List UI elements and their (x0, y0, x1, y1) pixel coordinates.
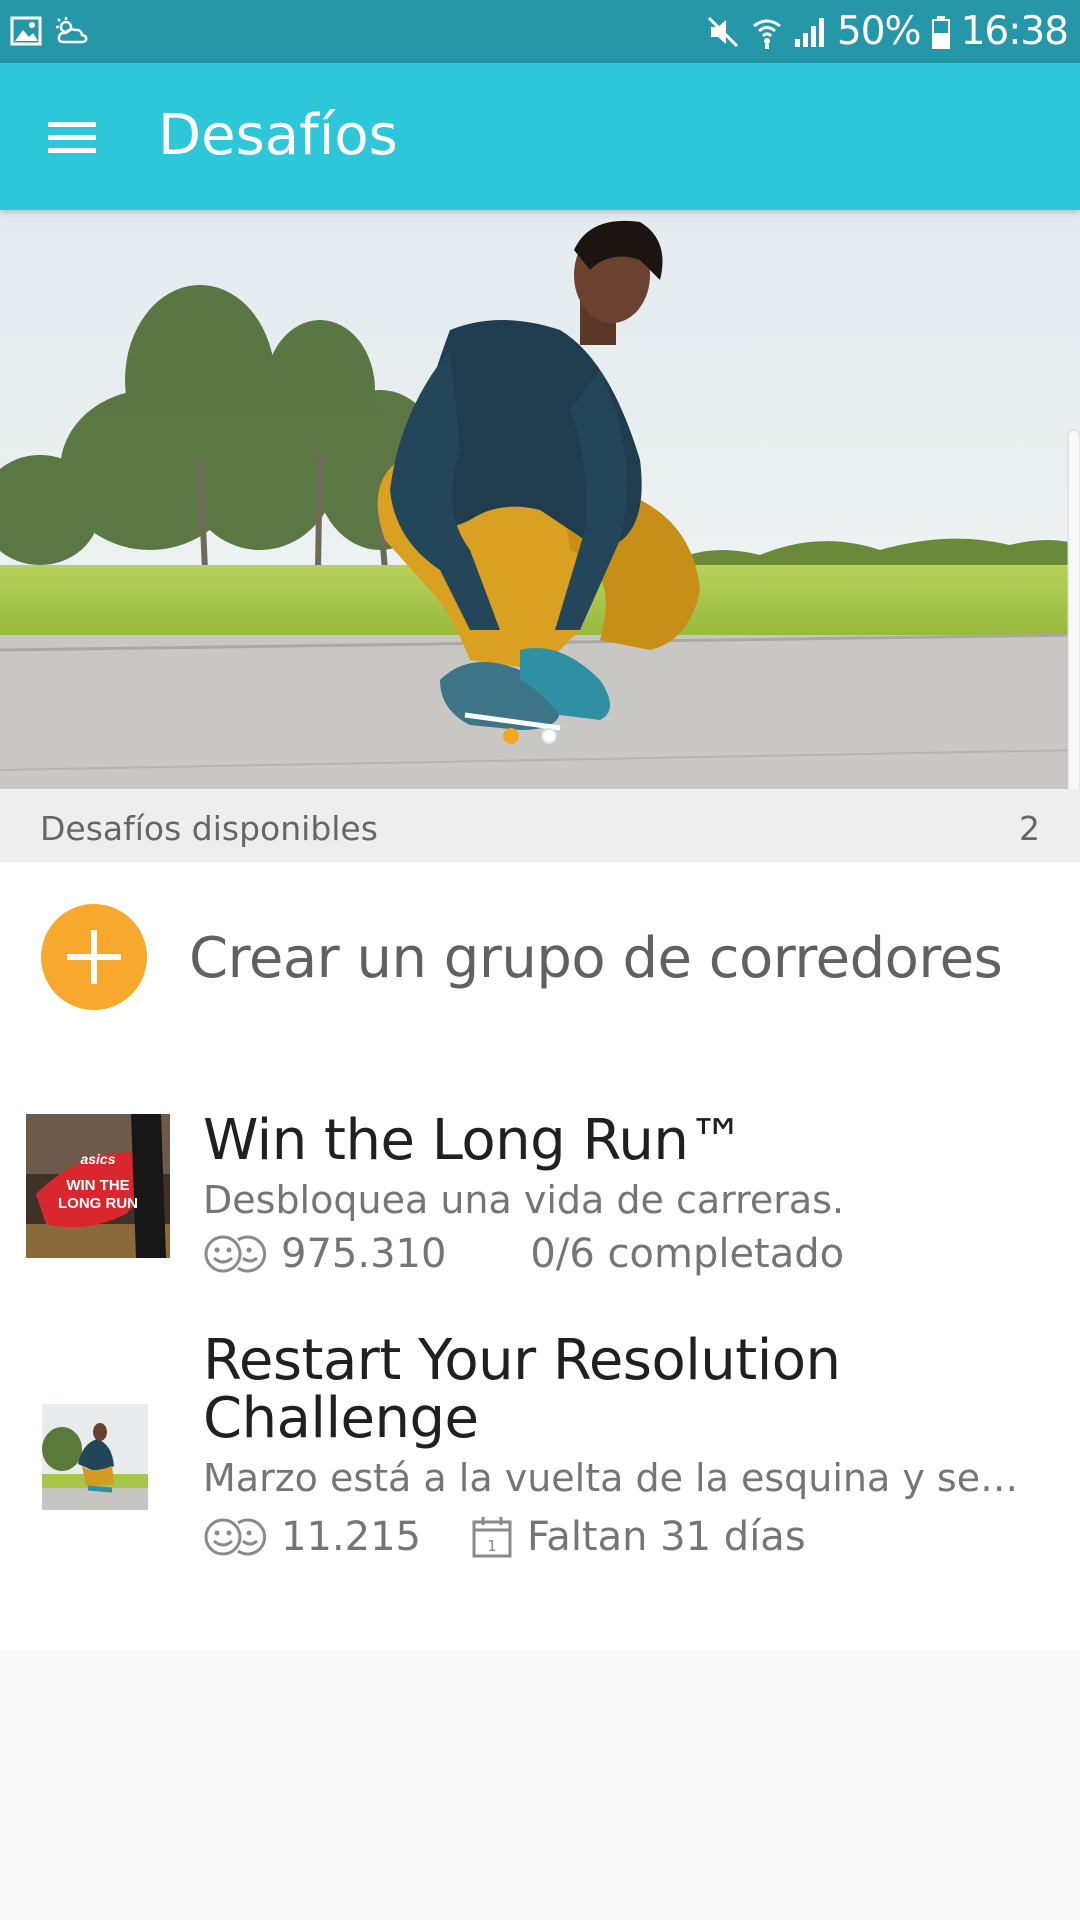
menu-button[interactable] (26, 99, 120, 175)
clock: 16:38 (960, 9, 1069, 54)
asics-thumbnail-image: asics WIN THE LONG RUN (26, 1114, 170, 1258)
challenge-list: Crear un grupo de corredores asics WIN T… (0, 862, 1080, 1650)
signal-icon (794, 17, 824, 47)
challenge-title-line-1: Restart Your Resolution (203, 1328, 841, 1393)
svg-text:1: 1 (487, 1537, 497, 1555)
app-toolbar: Desafíos (0, 63, 1080, 210)
status-notifications (10, 13, 90, 49)
create-group-label: Crear un grupo de corredores (189, 926, 1003, 991)
challenge-item-win-the-long-run[interactable]: asics WIN THE LONG RUN Win the Long Run™… (0, 1062, 1080, 1302)
add-button[interactable] (41, 904, 147, 1010)
participants-icon (203, 1515, 267, 1559)
challenge-title: Restart Your Resolution Challenge (203, 1332, 841, 1448)
wifi-icon (752, 19, 781, 49)
battery-icon (931, 15, 950, 49)
runner-thumbnail-image (42, 1404, 148, 1510)
image-notification-icon (10, 16, 42, 46)
carousel-dot-1[interactable] (503, 728, 519, 744)
create-group-row[interactable]: Crear un grupo de corredores (0, 862, 1080, 1052)
calendar-icon: 1 (471, 1515, 513, 1559)
days-remaining: Faltan 31 días (526, 1514, 806, 1560)
page-title: Desafíos (158, 103, 398, 168)
challenge-description: Desbloquea una vida de carreras. (203, 1178, 845, 1222)
carousel-indicator (503, 728, 557, 744)
battery-percent: 50% (836, 9, 922, 54)
svg-text:LONG RUN: LONG RUN (58, 1195, 138, 1212)
svg-text:WIN THE: WIN THE (66, 1177, 129, 1194)
challenge-title: Win the Long Run™ (203, 1108, 744, 1173)
challenge-thumbnail (42, 1404, 148, 1510)
challenge-thumbnail: asics WIN THE LONG RUN (26, 1114, 170, 1258)
mute-icon (707, 16, 738, 47)
hamburger-menu-icon (48, 122, 96, 153)
challenge-item-restart-your-resolution[interactable]: Restart Your Resolution Challenge Marzo … (0, 1332, 1080, 1632)
status-bar: 50% 16:38 (0, 0, 1080, 63)
plus-icon (67, 930, 121, 984)
status-system: 50% 16:38 (705, 0, 1069, 63)
section-header: Desafíos disponibles 2 (0, 789, 1080, 862)
challenge-meta: 975.310 0/6 completado (203, 1229, 844, 1279)
challenge-meta: 11.215 1 Faltan 31 días (203, 1512, 806, 1562)
challenge-title-line-2: Challenge (203, 1386, 479, 1451)
hero-runner-image (0, 210, 1080, 789)
participants-count: 975.310 (281, 1231, 447, 1277)
svg-text:asics: asics (80, 1151, 115, 1167)
weather-notification-icon (56, 17, 88, 44)
challenge-description: Marzo está a la vuelta de la esquina y s… (203, 1456, 1033, 1500)
challenge-progress: 0/6 completado (530, 1231, 845, 1277)
section-count: 2 (1019, 809, 1040, 848)
participants-icon (203, 1232, 267, 1276)
carousel-dot-2[interactable] (541, 728, 557, 744)
hero-carousel[interactable] (0, 210, 1080, 789)
participants-count: 11.215 (281, 1514, 421, 1560)
section-title: Desafíos disponibles (40, 809, 378, 848)
